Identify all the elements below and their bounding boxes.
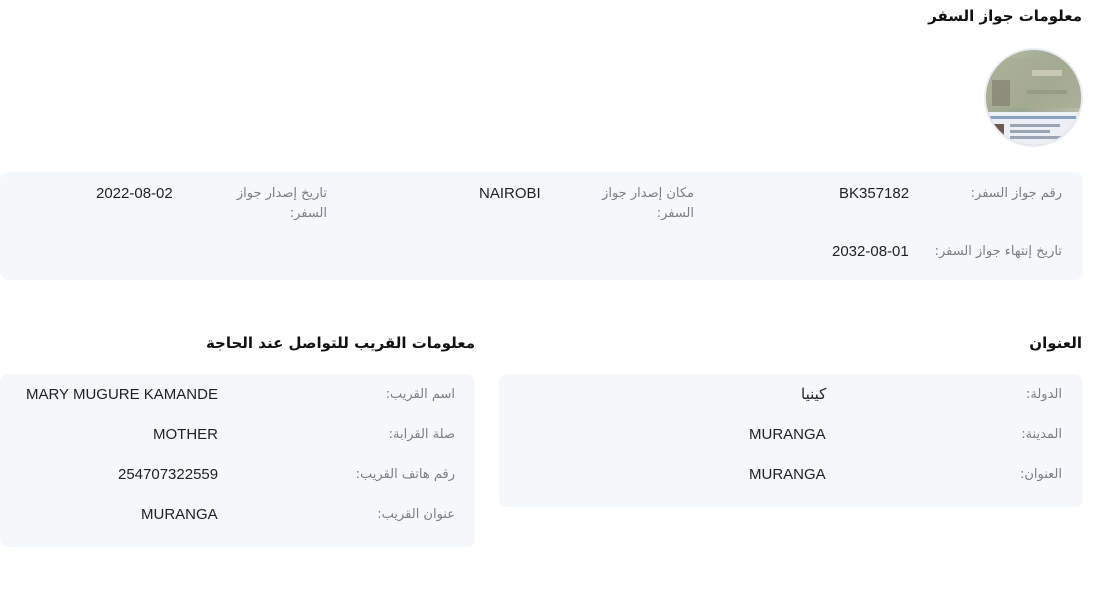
relative-relation-value: MOTHER	[153, 426, 218, 443]
issue-date-label-line2: السفر:	[289, 206, 327, 221]
relative-phone-value: 254707322559	[118, 466, 219, 483]
relative-name-label: اسم القريب:	[385, 387, 455, 402]
passport-number-label: رقم جواز السفر:	[970, 186, 1062, 201]
relative-phone-label: رقم هاتف القريب:	[355, 467, 455, 482]
passport-issue-date-value: 2022-08-02	[96, 185, 173, 202]
passport-photo-avatar	[984, 48, 1083, 147]
relative-address-value: MURANGA	[141, 506, 218, 523]
issue-place-label-line2: السفر:	[656, 206, 694, 221]
address-address-label: العنوان:	[1019, 467, 1062, 482]
passport-issue-date-label: تاريخ إصدار جواز السفر:	[237, 184, 327, 224]
relative-section-title: معلومات القريب للتواصل عند الحاجة	[205, 334, 475, 352]
issue-place-label-line1: مكان إصدار جواز	[602, 186, 694, 201]
passport-expiry-value: 2032-08-01	[832, 243, 909, 260]
address-country-label: الدولة:	[1026, 387, 1062, 402]
passport-photo-icon	[986, 50, 1081, 145]
passport-issue-place-label: مكان إصدار جواز السفر:	[602, 184, 694, 224]
address-section-title: العنوان	[1029, 334, 1082, 352]
passport-section-title: معلومات جواز السفر	[928, 7, 1082, 25]
issue-date-label-line1: تاريخ إصدار جواز	[236, 186, 327, 201]
relative-relation-label: صلة القرابة:	[388, 427, 455, 442]
passport-expiry-label: تاريخ إنتهاء جواز السفر:	[934, 244, 1062, 259]
relative-address-label: عنوان القريب:	[377, 507, 455, 522]
passport-number-value: BK357182	[839, 185, 910, 202]
relative-name-value: MARY MUGURE KAMANDE	[26, 386, 218, 403]
address-city-value: MURANGA	[749, 426, 826, 443]
address-city-label: المدينة:	[1021, 427, 1062, 442]
address-address-value: MURANGA	[749, 466, 826, 483]
address-country-value: كينيا	[801, 386, 827, 403]
passport-issue-place-value: NAIROBI	[479, 185, 541, 202]
